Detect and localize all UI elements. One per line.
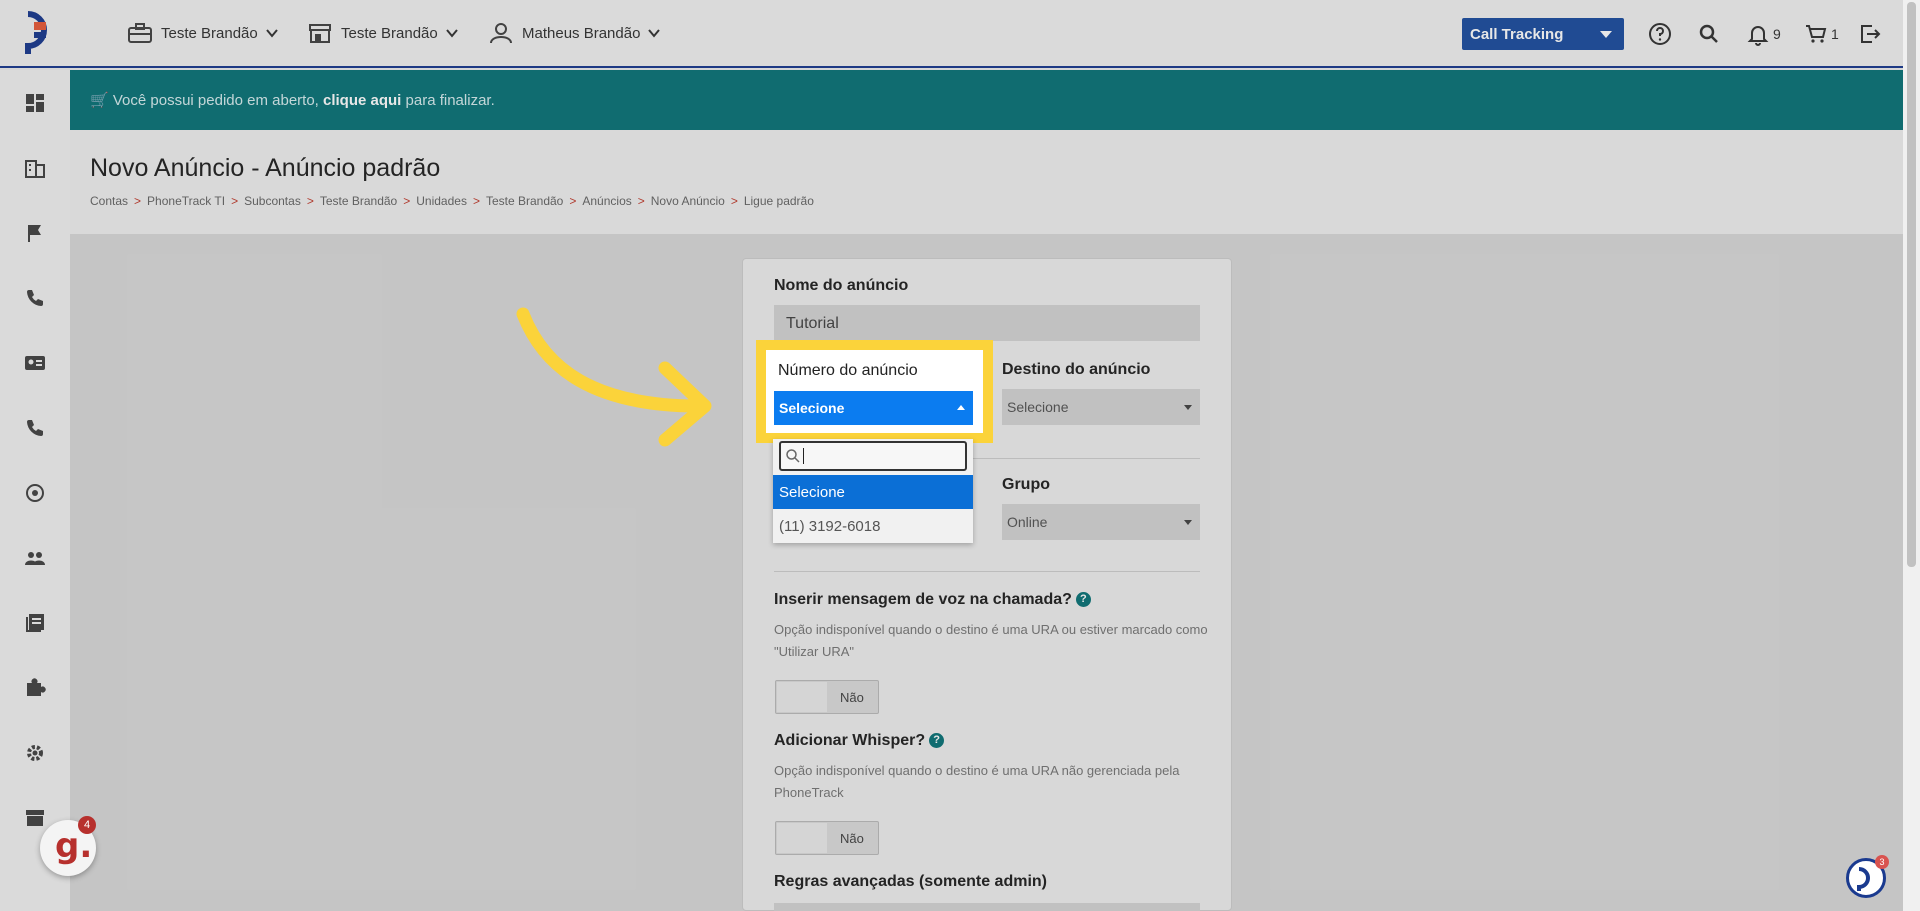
number-select[interactable]: Selecione — [774, 391, 973, 425]
support-chat-button[interactable]: 3 — [1846, 855, 1889, 898]
support-chat-badge: 3 — [1875, 855, 1889, 869]
guide-badge: 4 — [78, 816, 96, 834]
tutorial-arrow-icon — [516, 307, 712, 447]
number-label: Número do anúncio — [778, 362, 918, 379]
number-select-value: Selecione — [779, 400, 845, 416]
tutorial-highlight: Número do anúncio Selecione — [756, 340, 993, 443]
page-scrollbar[interactable] — [1903, 0, 1920, 911]
guide-widget-button[interactable]: g. 4 — [40, 816, 96, 876]
caret-up-icon — [957, 405, 965, 410]
dropdown-search-input[interactable] — [779, 441, 967, 471]
dropdown-option[interactable]: Selecione — [773, 475, 973, 509]
text-cursor — [803, 448, 804, 464]
scrollbar-thumb[interactable] — [1907, 2, 1916, 567]
number-dropdown: Selecione (11) 3192-6018 — [773, 439, 973, 543]
dropdown-option[interactable]: (11) 3192-6018 — [773, 509, 973, 543]
search-icon — [786, 449, 800, 463]
